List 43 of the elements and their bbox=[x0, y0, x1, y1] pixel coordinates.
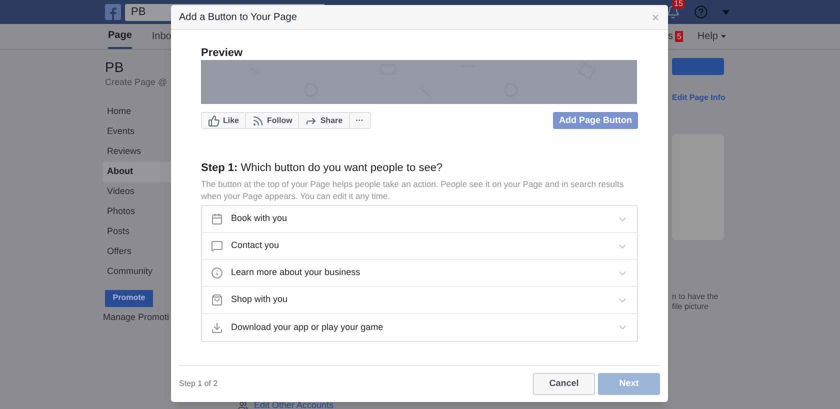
cancel-button[interactable]: Cancel bbox=[533, 373, 595, 395]
preview-heading: Preview bbox=[201, 47, 244, 60]
caret-icon bbox=[721, 35, 726, 38]
hint-text: n to have the bbox=[672, 292, 720, 302]
promote-button[interactable]: Promote bbox=[105, 290, 153, 306]
page-tab[interactable]: Inbo bbox=[152, 24, 172, 49]
button-option[interactable]: Download your app or play your game bbox=[202, 314, 637, 341]
help-icon[interactable] bbox=[694, 5, 708, 19]
notifications-tab[interactable]: s bbox=[668, 29, 673, 44]
button-option[interactable]: Learn more about your business bbox=[202, 260, 637, 287]
count-badge: 5 bbox=[674, 31, 684, 42]
preview-action[interactable]: Share bbox=[299, 113, 350, 128]
thumbs-up-icon bbox=[208, 114, 220, 126]
button-option[interactable]: Shop with you bbox=[202, 287, 637, 314]
preview-action[interactable]: ··· bbox=[350, 113, 370, 128]
accounts-icon bbox=[238, 400, 248, 409]
notifications-icon[interactable] bbox=[666, 5, 680, 19]
step-count: Step 1 of 2 bbox=[179, 378, 218, 390]
hint-text: file picture bbox=[672, 302, 710, 312]
notification-badge: 15 bbox=[672, 0, 685, 9]
page-name: PB bbox=[104, 58, 125, 76]
info-icon bbox=[211, 267, 223, 279]
chat-icon bbox=[211, 240, 223, 252]
preview-action[interactable]: Follow bbox=[246, 113, 300, 128]
close-icon[interactable] bbox=[651, 12, 660, 22]
button-option[interactable]: Contact you bbox=[202, 233, 637, 260]
preview-action[interactable]: Like bbox=[202, 113, 246, 128]
edit-accounts-link[interactable]: Edit Other Accounts bbox=[254, 399, 334, 409]
page-tab[interactable]: Page bbox=[108, 24, 132, 49]
button-option[interactable]: Book with you bbox=[202, 206, 637, 233]
calendar-icon bbox=[211, 213, 223, 225]
feed-icon bbox=[252, 114, 264, 126]
help-menu[interactable]: Help bbox=[697, 29, 726, 44]
caret-icon[interactable] bbox=[722, 10, 730, 14]
download-icon bbox=[211, 322, 223, 334]
page-handle: Create Page @ bbox=[104, 76, 168, 89]
edit-page-info-link[interactable]: Edit Page Info bbox=[672, 92, 726, 104]
step-question: Step 1: Which button do you want people to see? bbox=[201, 161, 444, 175]
dialog-title: Add a Button to Your Page bbox=[179, 10, 297, 24]
bag-icon bbox=[211, 294, 223, 306]
add-page-button[interactable]: Add Page Button bbox=[553, 112, 638, 129]
logo-icon[interactable] bbox=[105, 4, 121, 20]
step-description: The button at the top of your Page helps people take an action. People see it on your Page and in search results when your Page appears. You can edit it any time. bbox=[201, 178, 624, 202]
